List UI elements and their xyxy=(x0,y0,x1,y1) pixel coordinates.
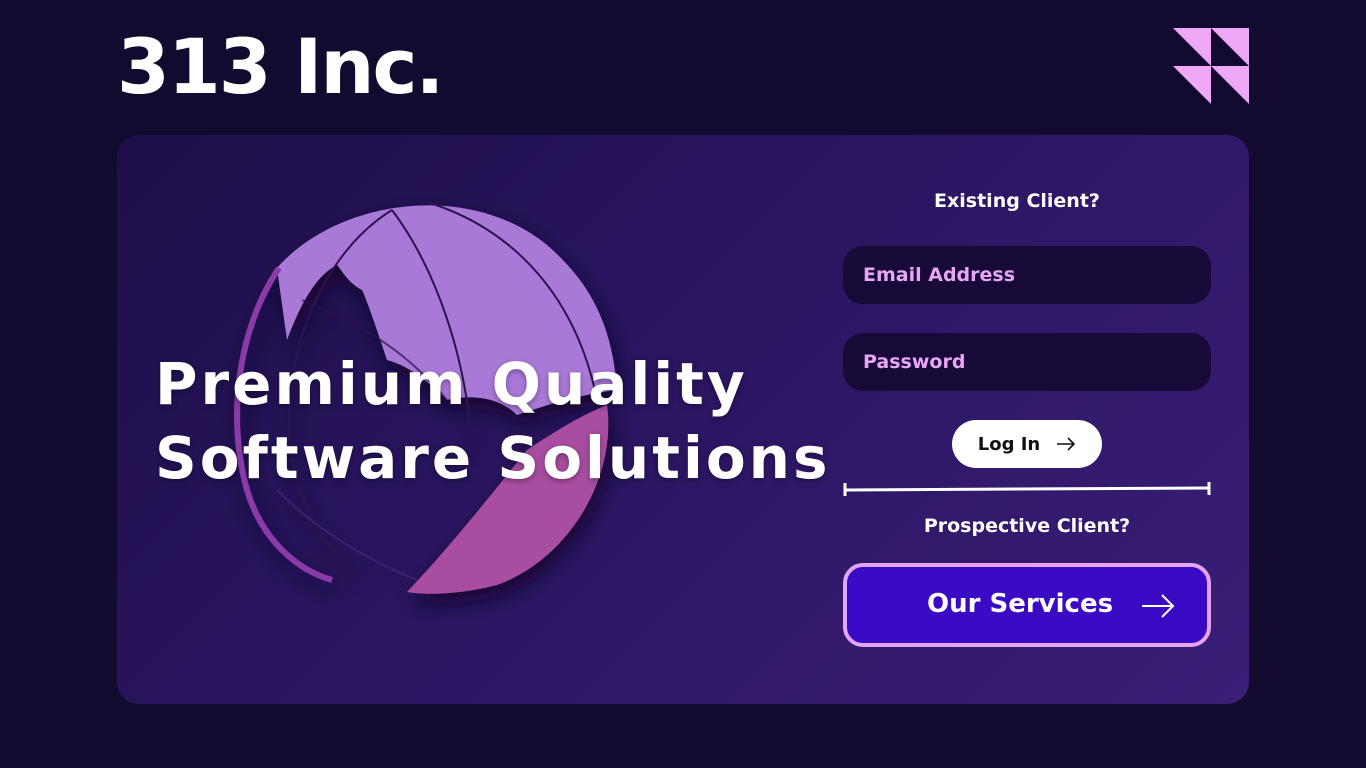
hero-heading-line1: Premium Quality xyxy=(155,350,748,418)
arrow-right-icon xyxy=(1057,437,1076,451)
arrow-right-icon xyxy=(1142,594,1175,618)
login-button[interactable]: Log In xyxy=(952,420,1102,468)
prospective-client-label: Prospective Client? xyxy=(923,515,1131,537)
password-field[interactable] xyxy=(843,333,1211,391)
main-card: Premium Quality Software Solutions Exist… xyxy=(117,135,1249,704)
our-services-label: Our Services xyxy=(927,589,1114,619)
login-button-label: Log In xyxy=(977,433,1041,455)
page: 313 Inc. Premium Quality Software Soluti… xyxy=(0,0,1366,768)
our-services-button[interactable]: Our Services xyxy=(843,563,1211,647)
hero-heading-line2: Software Solutions xyxy=(155,424,831,492)
triangles-logo-icon xyxy=(1173,28,1249,104)
divider xyxy=(843,482,1211,496)
existing-client-label: Existing Client? xyxy=(934,190,1100,212)
email-field[interactable] xyxy=(843,246,1211,304)
company-title: 313 Inc. xyxy=(117,22,444,111)
hero-heading: Premium Quality Software Solutions xyxy=(155,347,831,495)
login-panel: Existing Client? Log In Prospective Clie… xyxy=(843,135,1211,704)
